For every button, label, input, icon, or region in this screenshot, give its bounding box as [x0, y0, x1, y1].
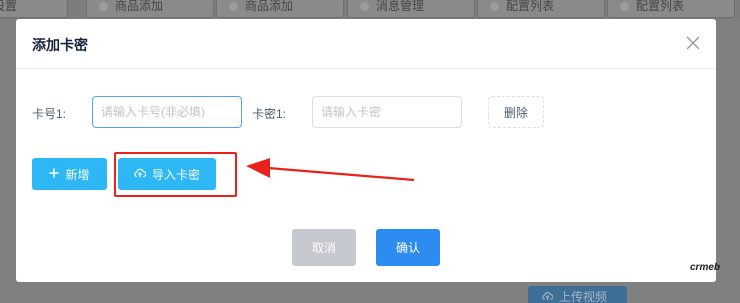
cloud-upload-icon: [542, 286, 554, 303]
background-tab[interactable]: 商品添加: [86, 0, 214, 18]
cloud-upload-icon: [134, 167, 147, 181]
upload-video-label: 上传视频: [559, 290, 608, 303]
background-tab[interactable]: 配置列表: [477, 0, 605, 18]
card-secret-input[interactable]: [312, 96, 462, 128]
card-number-input[interactable]: [92, 96, 242, 128]
tab-label: 营销设置: [0, 0, 18, 13]
background-tab-bar: 营销设置 商品添加 商品添加 消息管理 配置列表 配置列表: [0, 0, 740, 20]
plus-icon: [49, 167, 59, 181]
tab-dot-icon: [360, 2, 369, 11]
background-tab[interactable]: 商品添加: [216, 0, 344, 18]
background-tab[interactable]: 配置列表: [607, 0, 735, 18]
delete-row-button[interactable]: 删除: [488, 96, 544, 128]
add-card-button[interactable]: 新增: [32, 158, 107, 190]
tab-label: 消息管理: [376, 0, 425, 13]
tab-dot-icon: [99, 2, 108, 11]
close-icon[interactable]: [686, 36, 700, 50]
background-upload-video-button[interactable]: 上传视频: [528, 286, 627, 303]
tab-dot-icon: [490, 2, 499, 11]
tab-label: 商品添加: [245, 0, 294, 13]
dialog-header: 添加卡密: [16, 19, 716, 69]
card-number-label: 卡号1:: [32, 107, 67, 121]
watermark-logo: crmeb: [690, 262, 721, 273]
card-row: 卡号1: 卡密1: 删除: [32, 96, 692, 128]
import-card-secret-button[interactable]: 导入卡密: [118, 158, 216, 190]
tab-label: 商品添加: [115, 0, 164, 13]
tab-label: 配置列表: [506, 0, 555, 13]
add-card-label: 新增: [65, 167, 90, 182]
card-secret-label: 卡密1:: [252, 107, 287, 121]
background-tab[interactable]: 消息管理: [347, 0, 475, 18]
tab-dot-icon: [620, 2, 629, 11]
confirm-button[interactable]: 确认: [376, 229, 440, 266]
tab-dot-icon: [229, 2, 238, 11]
import-card-secret-label: 导入卡密: [151, 167, 200, 182]
background-tab[interactable]: 营销设置: [0, 0, 68, 18]
dialog-title: 添加卡密: [32, 37, 88, 53]
annotation-arrow-icon: [246, 158, 415, 182]
cancel-button[interactable]: 取消: [292, 229, 356, 266]
tab-label: 配置列表: [636, 0, 685, 13]
